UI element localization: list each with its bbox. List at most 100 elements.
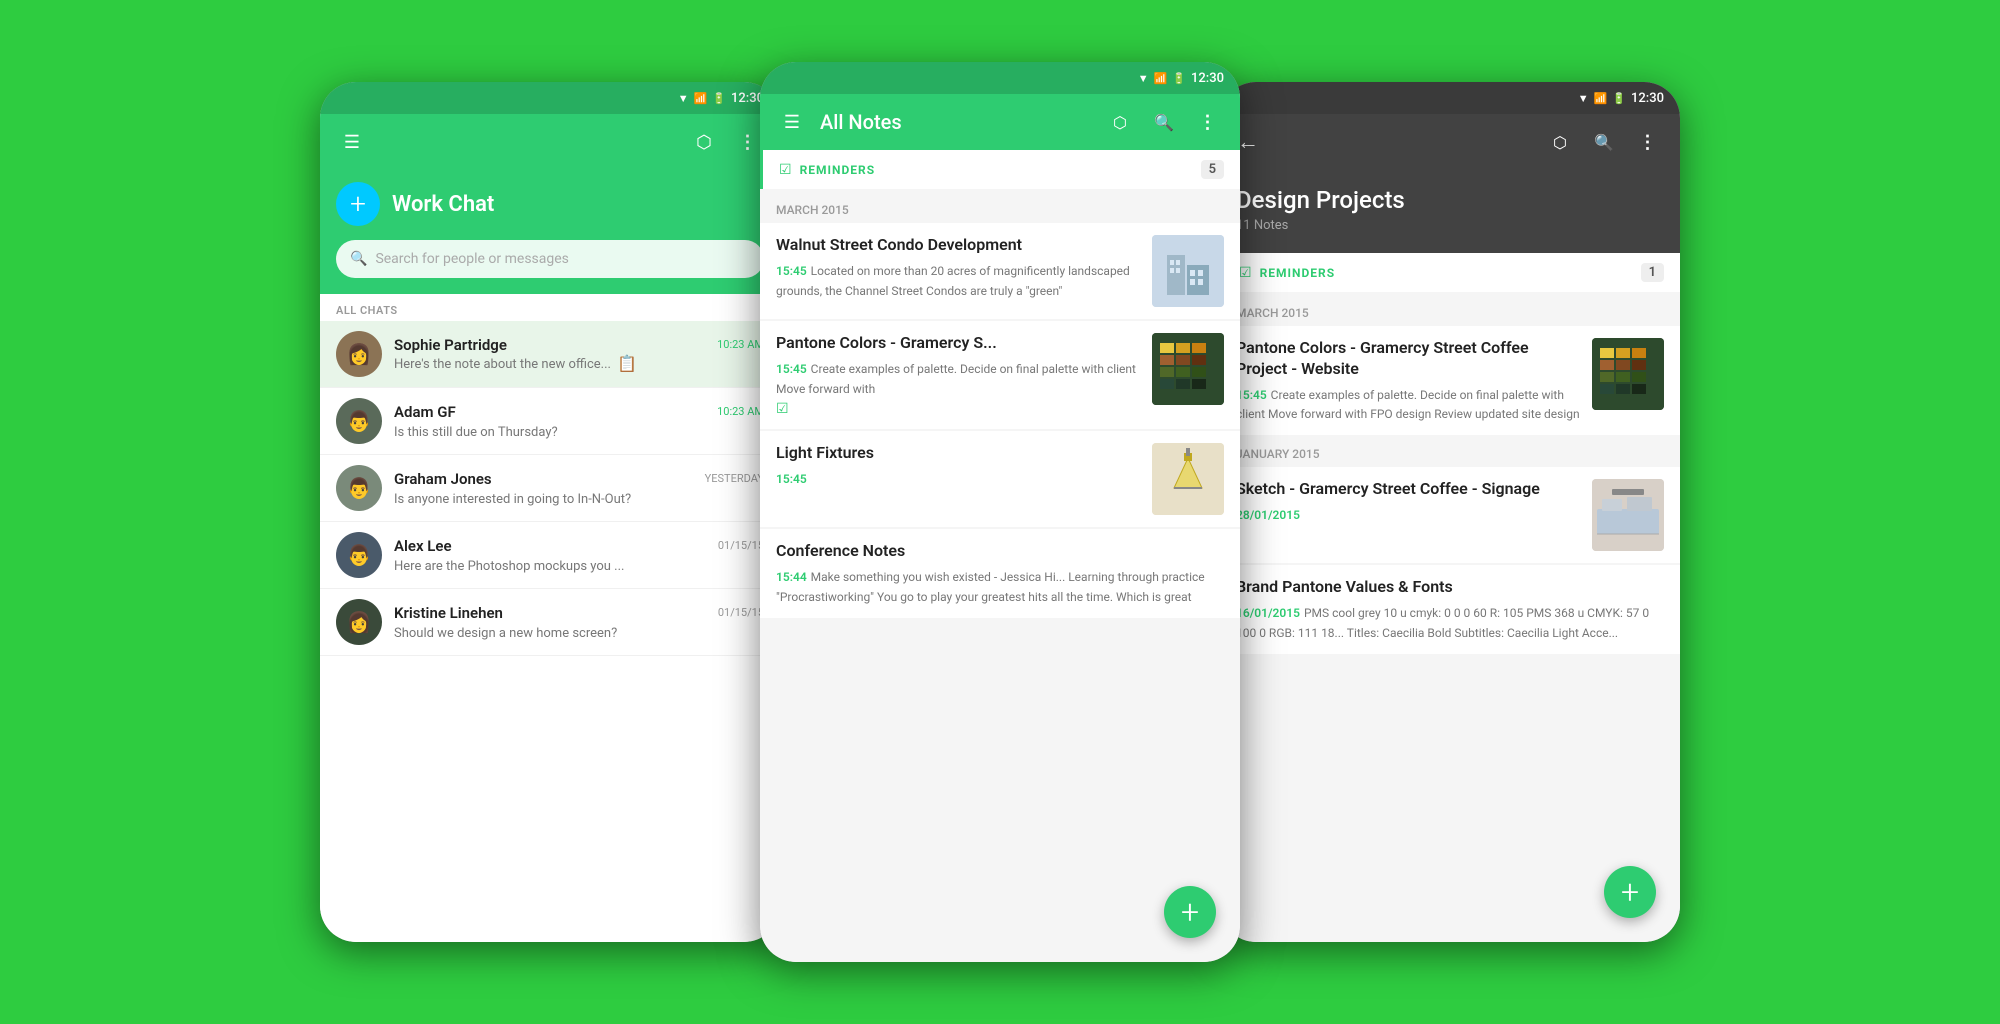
chat-item-alex[interactable]: 👨 Alex Lee 01/15/15 Here are the Photosh… [320,522,780,589]
reminder-icon-3: ☑ [1239,265,1252,281]
design-projects-subtitle: 11 Notes [1236,218,1664,233]
chat-content-sophie: Sophie Partridge 10:23 AM Here's the not… [394,336,764,373]
note-title-pantone-2: Pantone Colors - Gramercy S... [776,333,1140,354]
chat-time-alex: 01/15/15 [718,539,764,552]
hamburger-icon-2: ☰ [784,112,800,133]
note-item-sketch[interactable]: Sketch - Gramercy Street Coffee - Signag… [1220,467,1680,563]
status-icons-1: ▼ 📶 🔋 12:30 [678,91,764,106]
note-body-pantone-2: Create examples of palette. Decide on fi… [776,362,1136,396]
note-body-walnut: Located on more than 20 acres of magnifi… [776,264,1130,298]
add-note-fab-icon-3: + [1621,876,1639,908]
chat-name-alex: Alex Lee [394,537,452,555]
evernote-button-3[interactable]: ⬡ [1544,126,1576,158]
search-icon-3: 🔍 [1594,133,1614,152]
chat-preview-alex: Here are the Photoshop mockups you ... [394,559,624,574]
avatar-face-sophie: 👩 [336,331,382,377]
note-thumb-pantone-3 [1592,338,1664,410]
note-item-brand-pantone[interactable]: Brand Pantone Values & Fonts 16/01/2015 … [1220,565,1680,653]
phone-2: ▼ 📶 🔋 12:30 ☰ All Notes ⬡ 🔍 [760,62,1240,962]
chat-preview-sophie: Here's the note about the new office... [394,357,611,372]
avatar-kristine: 👩 [336,599,382,645]
reminder-label-2: REMINDERS [800,163,1193,177]
status-bar-1: ▼ 📶 🔋 12:30 [320,82,780,114]
note-title-fixtures: Light Fixtures [776,443,1140,464]
app-bar-3: ← ⬡ 🔍 ⋮ [1220,114,1680,170]
add-note-fab-2[interactable]: + [1164,886,1216,938]
more-button-2[interactable]: ⋮ [1192,106,1224,138]
reminders-bar-2[interactable]: ☑ REMINDERS 5 [760,150,1240,189]
note-time-conference: 15:44 [776,570,807,584]
reminder-count-3: 1 [1641,263,1664,282]
note-title-conference: Conference Notes [776,541,1224,562]
notes-content-2: ☑ REMINDERS 5 MARCH 2015 Walnut Street C… [760,150,1240,962]
status-bar-2: ▼ 📶 🔋 12:30 [760,62,1240,94]
search-button-2[interactable]: 🔍 [1148,106,1180,138]
chat-item-adam[interactable]: 👨 Adam GF 10:23 AM Is this still due on … [320,388,780,455]
chat-name-row-graham: Graham Jones YESTERDAY [394,470,764,488]
hamburger-button-2[interactable]: ☰ [776,106,808,138]
note-time-brand-pantone: 16/01/2015 [1236,606,1300,620]
evernote-icon-2: ⬡ [1113,113,1127,132]
note-item-walnut[interactable]: Walnut Street Condo Development 15:45 Lo… [760,223,1240,319]
note-thumb-pantone-2 [1152,333,1224,405]
evernote-button-1[interactable]: ⬡ [688,126,720,158]
phones-container: ▼ 📶 🔋 12:30 ☰ ⬡ ⋮ [0,0,2000,1024]
design-projects-header: Design Projects 11 Notes [1220,170,1680,253]
search-placeholder-1: Search for people or messages [375,251,568,267]
chat-item-sophie[interactable]: 👩 Sophie Partridge 10:23 AM Here's the n… [320,321,780,388]
note-item-pantone-2[interactable]: Pantone Colors - Gramercy S... 15:45 Cre… [760,321,1240,429]
evernote-icon-1: ⬡ [696,132,712,153]
note-item-fixtures[interactable]: Light Fixtures 15:45 [760,431,1240,527]
phone-2-screen: ▼ 📶 🔋 12:30 ☰ All Notes ⬡ 🔍 [760,62,1240,962]
evernote-icon-3: ⬡ [1553,133,1567,152]
chat-time-kristine: 01/15/15 [718,606,764,619]
note-time-walnut: 15:45 [776,264,807,278]
work-chat-title: Work Chat [392,192,494,217]
wifi-icon-2: 📶 [1154,72,1168,85]
remind-icon-pantone-2: ☑ [776,401,1140,417]
add-note-fab-3[interactable]: + [1604,866,1656,918]
back-icon-3: ← [1237,129,1259,155]
work-chat-header: + Work Chat 🔍 Search for people or messa… [320,170,780,294]
search-bar-1[interactable]: 🔍 Search for people or messages [336,240,764,278]
more-button-3[interactable]: ⋮ [1632,126,1664,158]
search-button-3[interactable]: 🔍 [1588,126,1620,158]
avatar-face-alex: 👨 [336,532,382,578]
reminders-bar-3[interactable]: ☑ REMINDERS 1 [1220,253,1680,292]
chat-item-graham[interactable]: 👨 Graham Jones YESTERDAY Is anyone inter… [320,455,780,522]
phone-1: ▼ 📶 🔋 12:30 ☰ ⬡ ⋮ [320,82,780,942]
back-button-3[interactable]: ← [1236,126,1268,158]
design-projects-title: Design Projects [1236,186,1664,214]
avatar-adam: 👨 [336,398,382,444]
note-time-sketch: 28/01/2015 [1236,508,1300,522]
note-title-pantone-3: Pantone Colors - Gramercy Street Coffee … [1236,338,1580,380]
avatar-alex: 👨 [336,532,382,578]
note-title-walnut: Walnut Street Condo Development [776,235,1140,256]
note-item-conference[interactable]: Conference Notes 15:44 Make something yo… [760,529,1240,617]
note-time-fixtures: 15:45 [776,472,807,486]
app-bar-2: ☰ All Notes ⬡ 🔍 ⋮ [760,94,1240,150]
note-body-pantone-3: Create examples of palette. Decide on fi… [1236,388,1580,422]
chat-item-kristine[interactable]: 👩 Kristine Linehen 01/15/15 Should we de… [320,589,780,656]
search-icon-white-2: 🔍 [1154,113,1174,132]
avatar-face-graham: 👨 [336,465,382,511]
fab-plus-icon: + [350,190,366,218]
note-title-sketch: Sketch - Gramercy Street Coffee - Signag… [1236,479,1580,500]
chat-name-kristine: Kristine Linehen [394,604,503,622]
chat-preview-adam: Is this still due on Thursday? [394,425,558,440]
new-chat-fab[interactable]: + [336,182,380,226]
evernote-button-2[interactable]: ⬡ [1104,106,1136,138]
phone-1-screen: ▼ 📶 🔋 12:30 ☰ ⬡ ⋮ [320,82,780,942]
wifi-icon-3: 📶 [1594,92,1608,105]
signal-icon-2: ▼ [1138,72,1149,85]
note-text-brand-pantone: Brand Pantone Values & Fonts 16/01/2015 … [1236,577,1664,641]
battery-icon: 🔋 [712,92,726,105]
chat-name-row-sophie: Sophie Partridge 10:23 AM [394,336,764,354]
chat-name-sophie: Sophie Partridge [394,336,507,354]
avatar-face-adam: 👨 [336,398,382,444]
status-time-3: 12:30 [1631,91,1664,106]
hamburger-button-1[interactable]: ☰ [336,126,368,158]
signal-icon-3: ▼ [1578,92,1589,105]
note-item-pantone-3[interactable]: Pantone Colors - Gramercy Street Coffee … [1220,326,1680,435]
note-time-pantone-3: 15:45 [1236,388,1267,402]
